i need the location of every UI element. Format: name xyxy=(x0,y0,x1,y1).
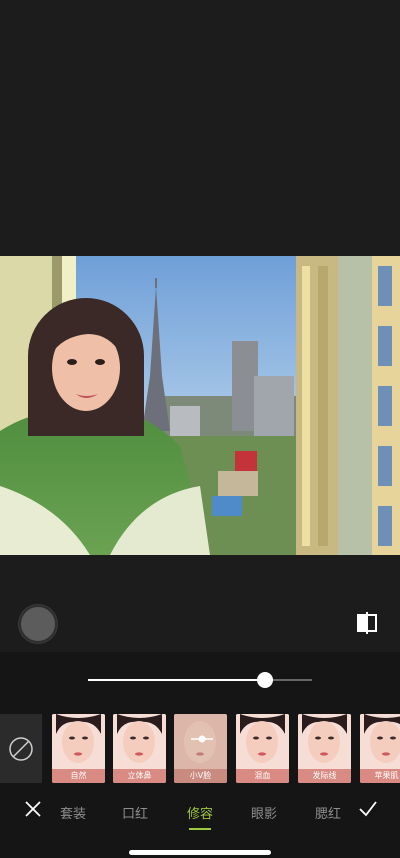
active-tab-indicator xyxy=(189,828,211,830)
tab-eyeshadow[interactable]: 眼影 xyxy=(251,803,277,822)
photo-preview xyxy=(0,256,400,555)
style-card[interactable]: 苹果肌 xyxy=(360,714,400,783)
face-thumbnail xyxy=(360,714,400,769)
style-card[interactable]: 混血 xyxy=(236,714,289,783)
slider-fill xyxy=(88,679,265,681)
brush-size-button[interactable] xyxy=(19,605,57,643)
slider-knob[interactable] xyxy=(256,672,273,688)
none-icon xyxy=(9,737,33,761)
style-card-selected[interactable]: 小V脸 xyxy=(174,714,227,783)
contour-style-list: 自然 立体鼻 小V脸 混血 发际线 苹果肌 xyxy=(52,714,400,783)
check-icon[interactable] xyxy=(358,800,378,818)
tab-lipstick[interactable]: 口红 xyxy=(122,803,148,822)
style-label: 小V脸 xyxy=(174,769,227,783)
none-option-button[interactable] xyxy=(0,714,42,783)
face-thumbnail xyxy=(298,714,351,769)
face-thumbnail xyxy=(236,714,289,769)
face-thumbnail xyxy=(52,714,105,769)
style-label: 发际线 xyxy=(298,769,351,783)
face-thumbnail xyxy=(113,714,166,769)
style-label: 苹果肌 xyxy=(360,769,400,783)
style-label: 立体鼻 xyxy=(113,769,166,783)
style-label: 混血 xyxy=(236,769,289,783)
tab-makeup-set[interactable]: 套装 xyxy=(60,803,86,822)
close-icon[interactable] xyxy=(24,800,42,818)
style-card[interactable]: 自然 xyxy=(52,714,105,783)
tab-contour[interactable]: 修容 xyxy=(187,803,213,822)
style-label: 自然 xyxy=(52,769,105,783)
home-indicator xyxy=(129,850,271,855)
adjust-indicator-icon xyxy=(191,735,213,743)
style-card[interactable]: 发际线 xyxy=(298,714,351,783)
style-card[interactable]: 立体鼻 xyxy=(113,714,166,783)
tab-blush[interactable]: 腮红 xyxy=(315,803,341,822)
intensity-slider[interactable] xyxy=(88,672,312,688)
compare-icon[interactable] xyxy=(356,611,380,635)
